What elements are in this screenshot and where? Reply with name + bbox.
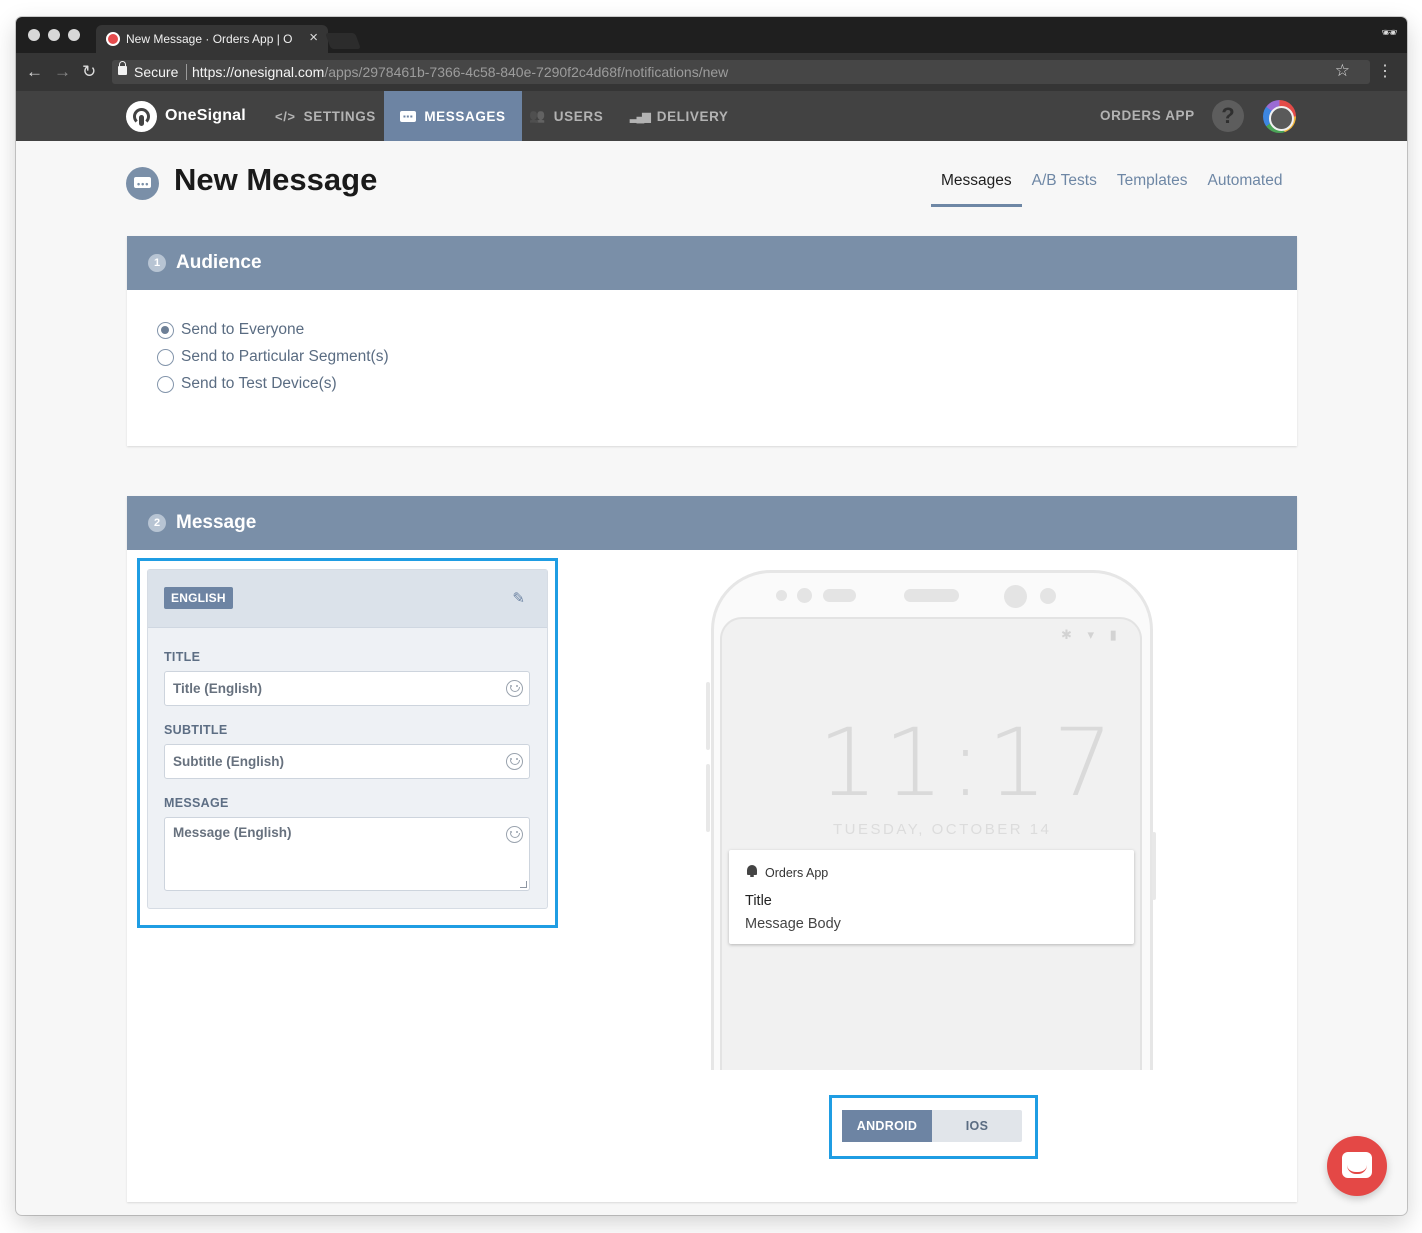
phone-screen — [720, 617, 1142, 1070]
highlight-frame-content — [137, 558, 558, 928]
maximize-window-button[interactable] — [68, 29, 80, 41]
highlight-frame-platform — [829, 1095, 1038, 1159]
code-icon: </> — [275, 108, 296, 124]
message-bubble-icon: ••• — [126, 167, 159, 200]
reload-icon[interactable]: ↻ — [82, 62, 96, 82]
tab-ab-tests[interactable]: A/B Tests — [1022, 167, 1107, 207]
url-host: onesignal.com — [234, 64, 325, 80]
step-number: 1 — [148, 254, 166, 272]
nav-users[interactable]: 👥 USERS — [529, 91, 603, 141]
phone-sensor — [823, 589, 856, 602]
tab-messages[interactable]: Messages — [931, 167, 1022, 207]
audience-option-label: Send to Particular Segment(s) — [181, 348, 389, 365]
lock-icon — [118, 61, 127, 75]
browser-tab[interactable]: New Message · Orders App | O × — [96, 25, 328, 53]
audience-option-label: Send to Everyone — [181, 321, 305, 338]
chat-launcher-icon[interactable] — [1327, 1136, 1387, 1196]
audience-header: 1 Audience — [127, 236, 1297, 290]
bookmark-star-icon[interactable]: ☆ — [1335, 61, 1350, 81]
bar-chart-icon: ▂▄▆ — [630, 110, 651, 123]
close-window-button[interactable] — [28, 29, 40, 41]
brand-name[interactable]: OneSignal — [165, 107, 246, 125]
url-text: https://onesignal.com/apps/2978461b-7366… — [192, 64, 728, 80]
url-separator — [186, 64, 187, 80]
radio-button[interactable] — [157, 348, 174, 366]
onesignal-logo-icon[interactable] — [126, 101, 157, 132]
audience-option-everyone[interactable]: Send to Everyone — [157, 321, 304, 339]
address-bar: ← → ↻ Secure https://onesignal.com/apps/… — [16, 53, 1407, 91]
nav-settings-label: SETTINGS — [303, 108, 376, 124]
tab-templates[interactable]: Templates — [1107, 167, 1198, 207]
title-bar: New Message · Orders App | O × 🕶 — [16, 17, 1407, 53]
notification-title: Title — [745, 893, 772, 909]
app-navbar: OneSignal </> SETTINGS ▪▪▪ MESSAGES 👥 US… — [16, 91, 1407, 141]
radio-button[interactable] — [157, 375, 174, 393]
app-switcher[interactable]: ORDERS APP — [1100, 108, 1195, 123]
audience-card: 1 Audience Send to Everyone Send to Part… — [127, 236, 1297, 446]
message-title: Message — [176, 512, 257, 533]
secure-label: Secure — [134, 64, 179, 80]
incognito-icon: 🕶 — [1381, 25, 1398, 40]
message-header: 2 Message — [127, 496, 1297, 550]
minimize-window-button[interactable] — [48, 29, 60, 41]
phone-side-button — [1152, 832, 1156, 900]
audience-option-segments[interactable]: Send to Particular Segment(s) — [157, 348, 389, 366]
notification-preview: Orders App Title Message Body — [729, 850, 1134, 944]
new-tab-button[interactable] — [325, 33, 361, 49]
onesignal-favicon-icon — [106, 32, 120, 46]
help-icon[interactable]: ? — [1212, 100, 1244, 132]
audience-option-test-devices[interactable]: Send to Test Device(s) — [157, 375, 337, 393]
browser-menu-icon[interactable]: ⋮ — [1377, 61, 1393, 81]
status-bar-icons: ✱ ▾ ▮ — [1061, 627, 1123, 642]
nav-delivery-label: DELIVERY — [656, 108, 729, 124]
page-title: New Message — [174, 162, 378, 197]
phone-sensor — [776, 590, 787, 601]
nav-messages[interactable]: ▪▪▪ MESSAGES — [384, 91, 522, 141]
forward-icon[interactable]: → — [54, 62, 71, 82]
url-field[interactable]: Secure https://onesignal.com/apps/297846… — [112, 60, 1370, 84]
phone-sensor — [1040, 588, 1056, 604]
phone-side-button — [706, 764, 710, 832]
audience-title: Audience — [176, 252, 262, 273]
url-scheme: https:// — [192, 64, 235, 80]
radio-button[interactable] — [157, 321, 174, 339]
lockscreen-time: 11:17 — [818, 709, 1119, 818]
nav-delivery[interactable]: ▂▄▆ DELIVERY — [630, 91, 729, 141]
bell-icon — [747, 865, 757, 877]
step-number: 2 — [148, 514, 166, 532]
tab-title: New Message · Orders App | O — [126, 32, 293, 46]
lockscreen-date: TUESDAY, OCTOBER 14 — [833, 821, 1052, 838]
phone-camera — [797, 588, 812, 603]
nav-users-label: USERS — [553, 108, 604, 124]
phone-side-button — [706, 682, 710, 750]
phone-speaker — [904, 589, 959, 602]
audience-option-label: Send to Test Device(s) — [181, 375, 337, 392]
nav-settings[interactable]: </> SETTINGS — [275, 91, 376, 141]
message-tabs: Messages A/B Tests Templates Automated — [931, 167, 1292, 207]
browser-window: New Message · Orders App | O × 🕶 ← → ↻ S… — [16, 17, 1407, 1215]
phone-camera — [1004, 585, 1027, 608]
notification-body: Message Body — [745, 916, 841, 932]
nav-messages-label: MESSAGES — [424, 108, 506, 124]
url-path: /apps/2978461b-7366-4c58-840e-7290f2c4d6… — [324, 64, 729, 80]
tab-automated[interactable]: Automated — [1198, 167, 1293, 207]
back-icon[interactable]: ← — [26, 62, 43, 82]
tab-close-icon[interactable]: × — [309, 29, 318, 46]
notification-app-name: Orders App — [765, 866, 829, 880]
message-bubble-icon: ▪▪▪ — [400, 110, 417, 122]
message-bubble-dots: ••• — [137, 179, 150, 189]
avatar[interactable] — [1263, 100, 1296, 133]
users-icon: 👥 — [529, 108, 546, 123]
